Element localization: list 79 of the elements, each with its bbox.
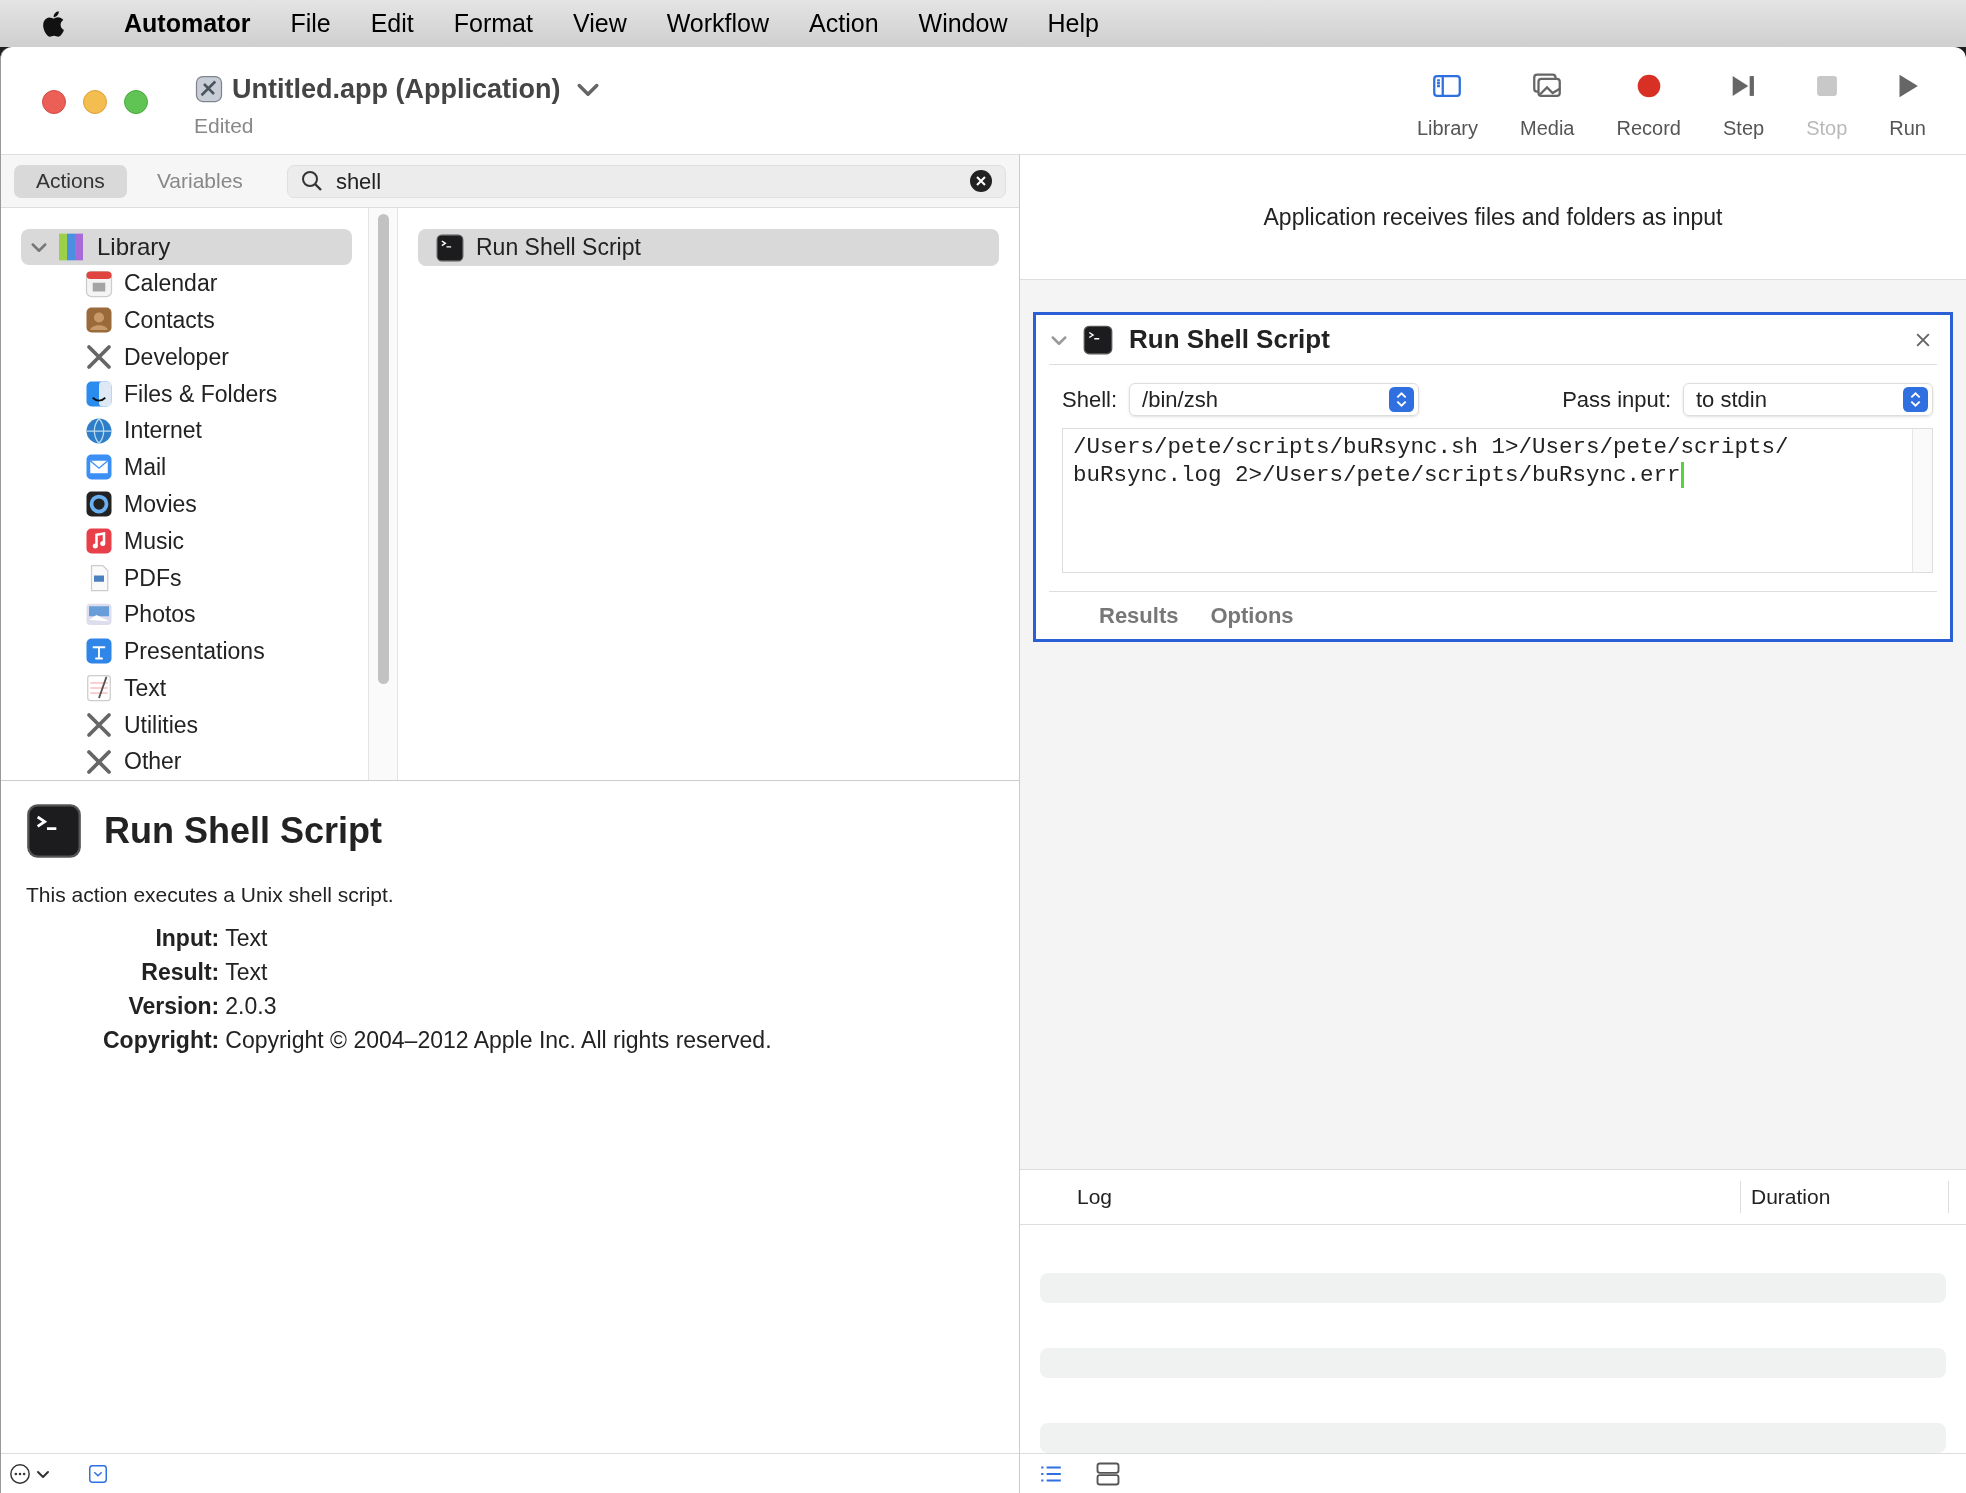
menu-item[interactable]: File xyxy=(290,4,331,43)
toolbar-button[interactable]: Run xyxy=(1881,69,1934,143)
globe-icon xyxy=(84,415,114,446)
column-header[interactable]: Duration xyxy=(1741,1181,1949,1213)
search-text: shell xyxy=(335,167,383,196)
calendar-icon xyxy=(84,268,114,299)
field-value: Text xyxy=(225,958,269,985)
action-menu-button[interactable] xyxy=(9,1462,51,1485)
toolbar-button[interactable]: Media xyxy=(1512,69,1583,143)
person-icon xyxy=(84,305,114,336)
toolbar-button[interactable]: Step xyxy=(1715,69,1773,143)
action-list-item[interactable]: Run Shell Script xyxy=(418,229,999,266)
podium-icon xyxy=(84,636,114,667)
action-card-tab[interactable]: Results xyxy=(1099,599,1179,632)
ellipsis-circle-icon xyxy=(9,1462,31,1485)
menu-item[interactable]: Format xyxy=(453,4,533,43)
library-category[interactable]: Other xyxy=(21,743,352,780)
pass-input-label: Pass input: xyxy=(1562,386,1671,414)
up-down-arrows-icon xyxy=(1389,387,1415,412)
script-text: /Users/pete/scripts/buRsync.sh 1>/Users/pete/scripts/buRsync.log 2>/Users/pete/scripts/buRsync.err xyxy=(1073,433,1789,489)
close-window-button[interactable] xyxy=(42,90,66,114)
window-subtitle: Edited xyxy=(194,112,255,139)
terminal-icon xyxy=(436,233,464,262)
toolbar-button[interactable]: Library xyxy=(1408,69,1486,143)
workflow-input-note: Application receives files and folders as input xyxy=(1263,202,1723,232)
window-title: Untitled.app (Application) xyxy=(232,73,561,106)
music-note-icon xyxy=(84,526,114,556)
field-label: Input: xyxy=(154,924,220,951)
scrollbar-thumb[interactable] xyxy=(377,214,389,684)
library-category[interactable]: Contacts xyxy=(21,302,352,339)
action-card[interactable]: Run Shell Script Shell: /bin/zsh Pass input: to stdin /Users/pete/scripts/buRsync.sh 1>/Users/pete/scripts/buRsync.log 2>/Users/pete/scripts/buRsync.err Results Options xyxy=(1033,312,1953,642)
library-category[interactable]: Developer xyxy=(21,338,352,376)
column-header[interactable]: Log xyxy=(1020,1181,1741,1213)
library-category[interactable]: Movies xyxy=(21,485,352,523)
library-category[interactable]: Text xyxy=(21,669,352,707)
library-category[interactable]: Files & Folders xyxy=(21,375,352,413)
app-menu[interactable]: Automator xyxy=(124,4,251,43)
library-category[interactable]: PDFs xyxy=(21,559,352,597)
clear-search-icon[interactable] xyxy=(969,169,993,193)
collapse-square-icon[interactable] xyxy=(87,1462,109,1485)
field-label: Version: xyxy=(127,992,220,1019)
library-category[interactable]: Presentations xyxy=(21,632,352,670)
library-label: Library xyxy=(97,232,171,263)
field-label: Result: xyxy=(140,958,220,985)
field-label: Copyright: xyxy=(103,1026,220,1053)
toolbar-button[interactable]: Record xyxy=(1608,69,1689,143)
search-icon xyxy=(299,169,324,193)
action-title: Run Shell Script xyxy=(104,809,383,853)
script-editor[interactable]: /Users/pete/scripts/buRsync.sh 1>/Users/pete/scripts/buRsync.log 2>/Users/pete/scripts/buRsync.err xyxy=(1062,428,1933,573)
library-tab[interactable]: Actions xyxy=(14,164,127,198)
terminal-icon xyxy=(1083,324,1113,355)
menu-item[interactable]: Window xyxy=(918,4,1008,43)
menu-item[interactable]: View xyxy=(572,4,627,43)
library-category[interactable]: Mail xyxy=(21,449,352,486)
field-value: Text xyxy=(225,924,269,951)
field-value: 2.0.3 xyxy=(225,992,278,1019)
menu-item[interactable]: Action xyxy=(809,4,879,43)
action-summary: This action executes a Unix shell script. xyxy=(26,882,395,908)
shell-dropdown[interactable]: /bin/zsh xyxy=(1129,383,1420,416)
terminal-icon xyxy=(26,803,82,859)
library-tree-item[interactable]: Library xyxy=(21,229,352,266)
action-card-tab[interactable]: Options xyxy=(1210,599,1294,632)
field-value: Copyright © 2004–2012 Apple Inc. All rights reserved. xyxy=(225,1026,773,1053)
library-category[interactable]: Music xyxy=(21,522,352,560)
search-field[interactable]: shell xyxy=(286,164,1006,198)
library-category[interactable]: Photos xyxy=(21,596,352,633)
zoom-window-button[interactable] xyxy=(124,90,148,114)
menu-item[interactable]: Help xyxy=(1047,4,1099,43)
library-category[interactable]: Calendar xyxy=(21,265,352,303)
menu-item[interactable]: Workflow xyxy=(666,4,770,43)
notepad-icon xyxy=(84,673,114,704)
envelope-icon xyxy=(84,452,114,483)
shell-label: Shell: xyxy=(1062,386,1118,414)
menu-item[interactable]: Edit xyxy=(370,4,414,43)
up-down-arrows-icon xyxy=(1903,387,1928,412)
library-category[interactable]: Utilities xyxy=(21,706,352,744)
library-category[interactable]: Internet xyxy=(21,412,352,450)
action-card-title: Run Shell Script xyxy=(1129,323,1330,356)
pass-input-dropdown[interactable]: to stdin xyxy=(1683,383,1933,416)
